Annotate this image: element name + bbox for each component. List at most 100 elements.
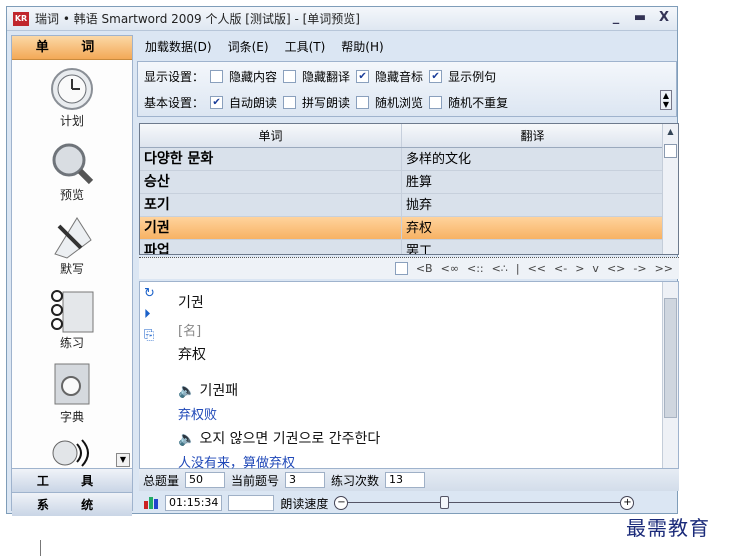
- checkbox-spell-read[interactable]: [283, 96, 297, 109]
- checkbox-hide-phonetic[interactable]: ✔: [356, 70, 370, 83]
- translation-cell: 抛弃: [406, 198, 433, 213]
- nav-button[interactable]: <B: [416, 262, 433, 275]
- sidebar-item-label: 默写: [59, 262, 84, 276]
- sidebar-item-label: 计划: [59, 114, 84, 128]
- nav-button[interactable]: <∴: [492, 262, 508, 275]
- nav-checkbox[interactable]: [394, 262, 408, 275]
- bottom-bar: 01:15:34 朗读速度 − +: [139, 493, 679, 513]
- translation-cell: 弃权: [406, 221, 433, 236]
- word-cell: 포기: [140, 194, 402, 216]
- menu-bar: 加载数据(D) 词条(E) 工具(T) 帮助(H): [137, 35, 673, 57]
- table-row[interactable]: 파업 罢工: [140, 240, 678, 254]
- sidebar-tools[interactable]: 工 具: [12, 468, 132, 492]
- nav-button[interactable]: <::: [467, 262, 484, 275]
- example-ko: 오지 않으면 기권으로 간주한다: [199, 431, 381, 447]
- scroll-thumb[interactable]: [664, 144, 677, 158]
- sidebar-item-label: 练习: [59, 336, 84, 350]
- table-row[interactable]: 다양한 문화 多样的文化: [140, 148, 678, 171]
- sidebar-item-practice[interactable]: 练习: [12, 288, 132, 351]
- down-button[interactable]: v: [592, 262, 599, 275]
- menu-entry[interactable]: 词条(E): [228, 38, 269, 55]
- play-icon[interactable]: ⏵: [144, 307, 160, 322]
- checkbox-hide-content[interactable]: [210, 70, 224, 83]
- checkbox-hide-translation[interactable]: [283, 70, 297, 83]
- next-button[interactable]: >: [575, 262, 584, 275]
- example-ko: 기권패: [199, 383, 239, 399]
- scroll-thumb[interactable]: [664, 298, 677, 418]
- practice-label: 练习次数: [331, 473, 380, 488]
- sidebar-item-label: 字典: [59, 410, 84, 424]
- minimize-button[interactable]: _: [609, 9, 623, 27]
- menu-load-data[interactable]: 加载数据(D): [145, 38, 212, 55]
- blank-box: [228, 495, 275, 511]
- chart-icon[interactable]: [143, 495, 159, 512]
- speed-decrease-icon[interactable]: −: [334, 496, 349, 510]
- total-label: 总题量: [143, 473, 180, 488]
- word-detail-panel: ↻ ⏵ ⎘ 기권 [名] 弃权 🔈 기권패 弃权败 🔈 오지 않으면 기권으로 간주…: [139, 281, 679, 471]
- first-button[interactable]: <<: [528, 262, 546, 275]
- sidebar: 单 词 计划 预览 默写 练习 字典 ▼ 工 具 系 统: [11, 35, 133, 516]
- checkbox-show-example[interactable]: ✔: [429, 70, 443, 83]
- clock-icon: [47, 66, 97, 112]
- hide-phonetic-label: 隐藏音标: [375, 70, 424, 84]
- app-window: KR 瑞词 • 韩语 Smartword 2009 个人版 [测试版] - [单…: [6, 6, 679, 516]
- sidebar-dropdown-icon[interactable]: ▼: [116, 453, 130, 467]
- speed-thumb[interactable]: [440, 496, 450, 509]
- detail-meaning: 弃权: [178, 347, 206, 363]
- show-example-label: 显示例句: [448, 70, 497, 84]
- sidebar-header-words[interactable]: 单 词: [12, 36, 132, 60]
- settings-scroll-icon[interactable]: ▲ ▼: [660, 90, 672, 110]
- word-cell: 기권: [140, 217, 402, 239]
- sidebar-item-dictionary[interactable]: 字典: [12, 362, 132, 425]
- sidebar-item-dictation[interactable]: 默写: [12, 214, 132, 277]
- nav-button[interactable]: <∞: [441, 262, 459, 275]
- detail-word: 기권: [178, 295, 204, 311]
- table-row[interactable]: 승산 胜算: [140, 171, 678, 194]
- refresh-icon[interactable]: ↻: [144, 286, 160, 301]
- dictionary-icon: [47, 362, 97, 408]
- settings-panel: 显示设置： 隐藏内容 隐藏翻译 ✔ 隐藏音标 ✔ 显示例句 基本设置： ✔ 自动…: [137, 61, 677, 117]
- forward-button[interactable]: ->: [633, 262, 646, 275]
- speed-slider[interactable]: − +: [334, 495, 635, 511]
- close-button[interactable]: X: [657, 9, 671, 27]
- menu-tools[interactable]: 工具(T): [285, 38, 326, 55]
- prev-button[interactable]: <-: [554, 262, 567, 275]
- checkbox-random-unique[interactable]: [429, 96, 443, 109]
- practice-value: 13: [385, 472, 426, 488]
- table-row[interactable]: 포기 抛弃: [140, 194, 678, 217]
- title-bar: KR 瑞词 • 韩语 Smartword 2009 个人版 [测试版] - [单…: [7, 7, 677, 31]
- basic-settings-label: 基本设置：: [144, 96, 205, 110]
- sidebar-system[interactable]: 系 统: [12, 492, 132, 516]
- auto-read-label: 自动朗读: [229, 96, 278, 110]
- display-settings-label: 显示设置：: [144, 70, 205, 84]
- column-header-translation[interactable]: 翻译: [402, 124, 664, 147]
- text-cursor: [40, 540, 41, 556]
- checkbox-random-browse[interactable]: [356, 96, 370, 109]
- translation-cell: 多样的文化: [406, 152, 472, 167]
- last-button[interactable]: >>: [655, 262, 673, 275]
- maximize-button[interactable]: ▬: [633, 9, 647, 27]
- magnifier-icon: [47, 140, 97, 186]
- speed-increase-icon[interactable]: +: [620, 496, 635, 510]
- word-table: 单词 翻译 다양한 문화 多样的文化 승산 胜算 포기 抛弃 기권 弃权 파업 …: [139, 123, 679, 255]
- detail-scrollbar[interactable]: [662, 282, 678, 468]
- sidebar-item-label: 预览: [59, 188, 84, 202]
- copy-icon[interactable]: ⎘: [144, 328, 160, 343]
- column-header-word[interactable]: 单词: [140, 124, 402, 147]
- exercise-icon: [47, 288, 97, 334]
- toggle-button[interactable]: <>: [607, 262, 625, 275]
- scroll-up-icon[interactable]: ▲: [663, 124, 678, 140]
- word-cell: 승산: [140, 171, 402, 193]
- nav-separator: |: [515, 262, 520, 275]
- sidebar-item-plan[interactable]: 计划: [12, 66, 132, 129]
- table-scrollbar[interactable]: ▲: [662, 124, 678, 254]
- menu-help[interactable]: 帮助(H): [341, 38, 383, 55]
- checkbox-auto-read[interactable]: ✔: [210, 96, 224, 109]
- table-row-selected[interactable]: 기권 弃权: [140, 217, 678, 240]
- example-zh: 弃权败: [178, 408, 218, 423]
- speaker-icon[interactable]: 🔈: [178, 431, 195, 447]
- sidebar-item-preview[interactable]: 预览: [12, 140, 132, 203]
- random-browse-label: 随机浏览: [375, 96, 424, 110]
- speaker-icon[interactable]: 🔈: [178, 383, 195, 399]
- speed-track: [348, 502, 621, 503]
